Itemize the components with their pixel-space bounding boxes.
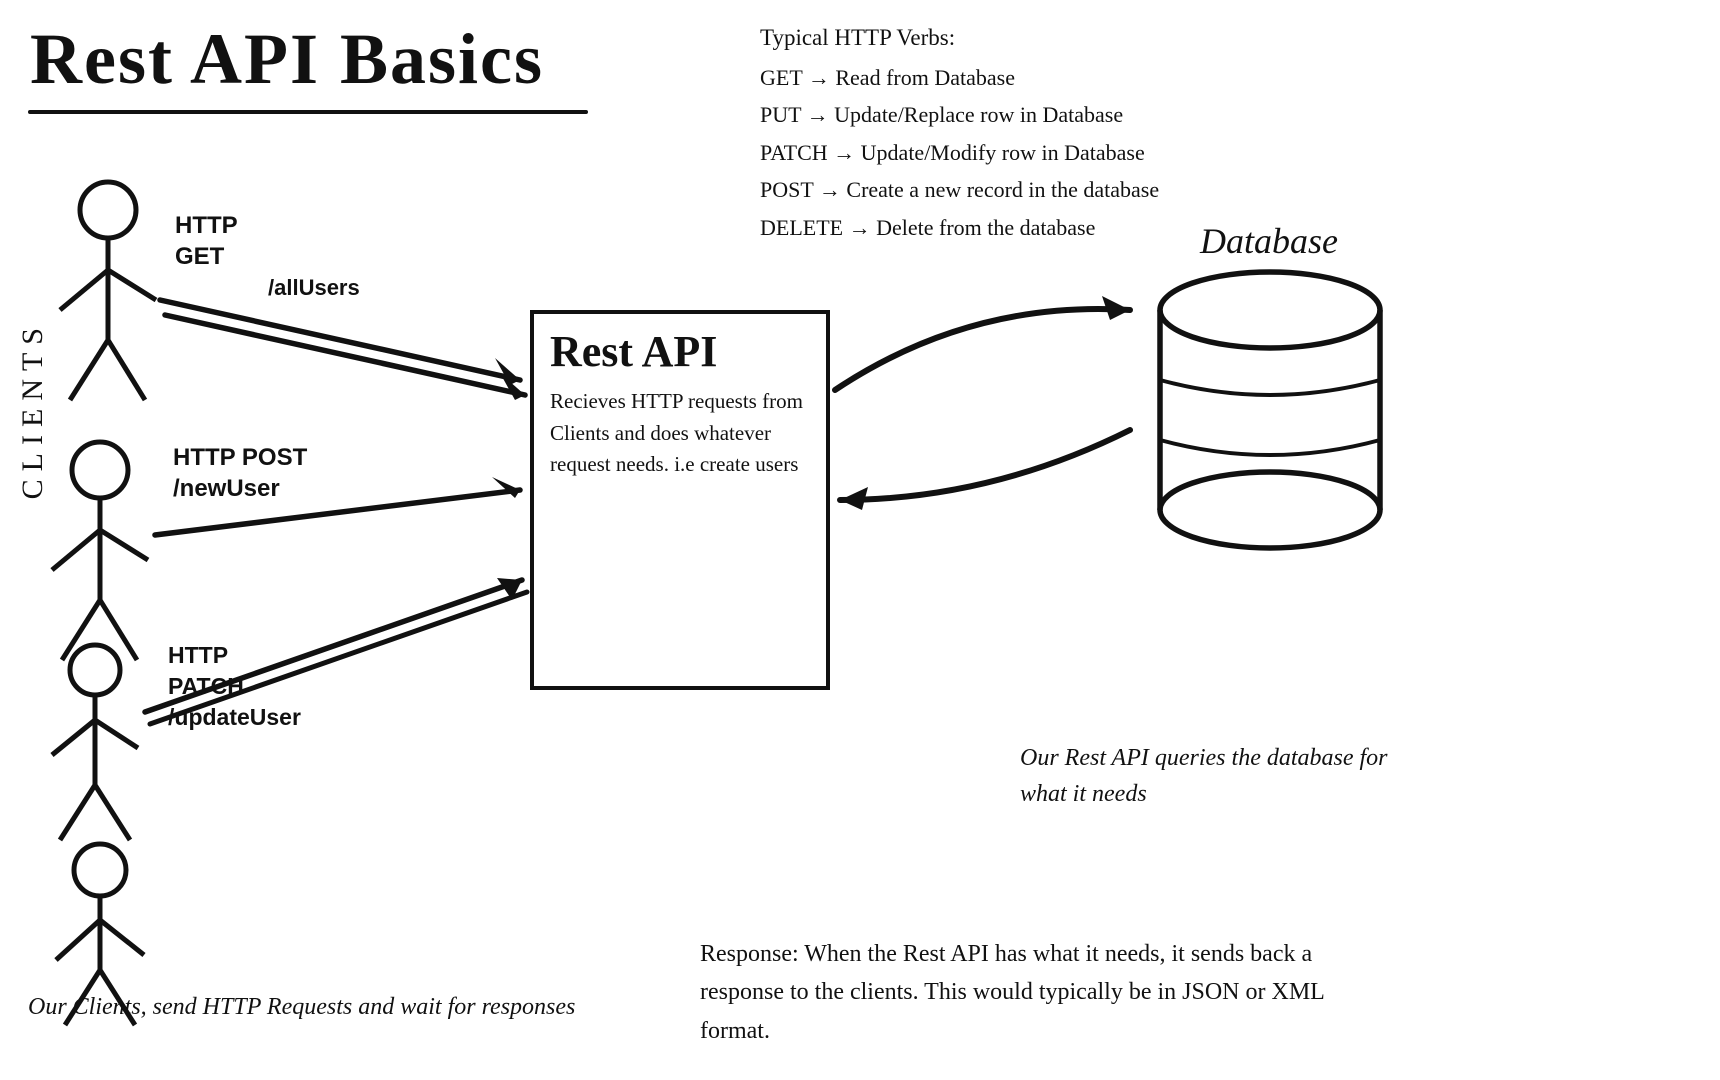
rest-api-box-desc: Recieves HTTP requests from Clients and … (550, 386, 810, 481)
verbs-info: Typical HTTP Verbs: GET → Read from Data… (760, 18, 1460, 246)
http-get-label: HTTPGET (175, 210, 238, 272)
verb-put: PUT → Update/Replace row in Database (760, 96, 1460, 133)
verbs-heading: Typical HTTP Verbs: (760, 18, 1460, 57)
api-queries-text: Our Rest API queries the database for wh… (1020, 740, 1400, 812)
http-post-label: HTTP POST/newUser (173, 442, 307, 504)
verb-get: GET → Read from Database (760, 59, 1460, 96)
page: Rest API Basics Typical HTTP Verbs: GET … (0, 0, 1720, 1080)
title-underline (28, 110, 588, 114)
http-get-path-label: /allUsers (268, 275, 360, 301)
verb-post: POST → Create a new record in the databa… (760, 171, 1460, 208)
http-patch-label: HTTPPATCH/updateUser (168, 640, 301, 733)
verb-patch: PATCH → Update/Modify row in Database (760, 134, 1460, 171)
client-label: CLIENTS (18, 320, 48, 499)
database-label: Database (1200, 220, 1338, 262)
page-title: Rest API Basics (30, 18, 544, 101)
rest-api-box-title: Rest API (550, 328, 810, 376)
bottom-right-text: Response: When the Rest API has what it … (700, 935, 1380, 1050)
bottom-left-text: Our Clients, send HTTP Requests and wait… (28, 989, 575, 1025)
rest-api-box: Rest API Recieves HTTP requests from Cli… (530, 310, 830, 690)
verb-delete: DELETE → Delete from the database (760, 209, 1460, 246)
